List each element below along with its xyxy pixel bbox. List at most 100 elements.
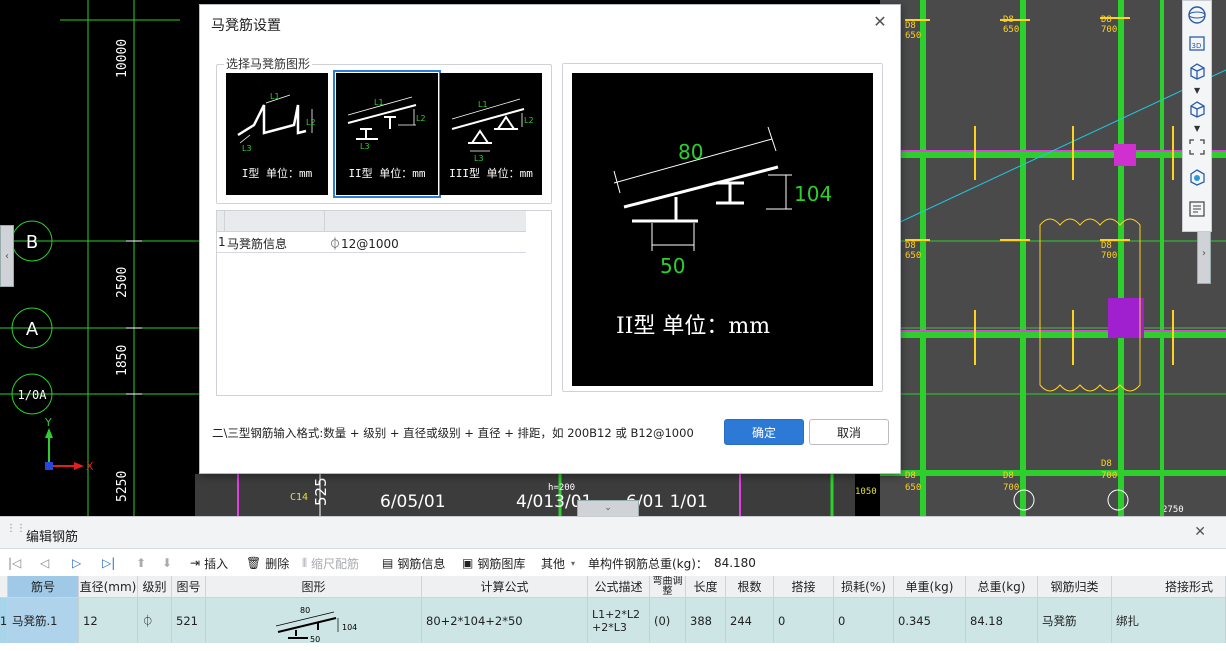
cell-total-weight[interactable]: 84.18	[966, 598, 1038, 643]
shape-thumb-type-1[interactable]: L1 L2 L3 I型 单位：mm	[226, 73, 328, 195]
cell-loss[interactable]: 0	[834, 598, 894, 643]
column-header[interactable]: 损耗(%)	[834, 576, 894, 598]
column-header[interactable]: 搭接	[774, 576, 834, 598]
column-header[interactable]: 单重(kg)	[894, 576, 966, 598]
rebar-library-button[interactable]: ▣ 钢筋图库	[462, 554, 525, 572]
section-label: 700	[1101, 471, 1117, 481]
cell-length[interactable]: 388	[686, 598, 726, 643]
misc-label: 525	[312, 477, 330, 506]
chevron-down-icon[interactable]: ▼	[1194, 86, 1200, 95]
move-up-icon[interactable]: ⬆	[136, 554, 146, 572]
dim-label: 5250	[115, 471, 130, 502]
insert-button[interactable]: ⇥ 插入	[190, 554, 228, 572]
dim-label: 2500	[115, 267, 130, 298]
close-icon[interactable]: ✕	[872, 14, 888, 30]
panel-toolbar: |◁ ◁ ▷ ▷| ⬆ ⬇ ⇥ 插入 🗑 删除 ⫴ 缩尺配筋 ▤ 钢筋信息 ▣ 钢筋图库 …	[0, 550, 1226, 576]
cell-count[interactable]: 244	[726, 598, 774, 643]
cell-diameter[interactable]: 12	[79, 598, 138, 643]
cell-shape[interactable]: 80 104 50	[206, 598, 422, 643]
cell-formula[interactable]: 80+2*104+2*50	[422, 598, 588, 643]
cell-formula-desc[interactable]: L1+2*L2+2*L3	[588, 598, 650, 643]
chevron-left-icon: ‹	[5, 250, 9, 262]
column-header[interactable]: 钢筋归类	[1038, 576, 1112, 598]
column-header[interactable]: 搭接形式	[1112, 576, 1226, 598]
panel-title: 编辑钢筋	[26, 530, 79, 545]
chevron-down-icon[interactable]: ▼	[1194, 124, 1200, 133]
table-row[interactable]: 1 马凳筋信息 ⏀12@1000	[217, 232, 526, 253]
shape-dim-label: L1	[270, 92, 280, 101]
row-value[interactable]: ⏀12@1000	[329, 235, 399, 252]
shape-thumb-l3: 50	[310, 635, 320, 643]
total-weight-caption: 单构件钢筋总重(kg)：	[588, 556, 708, 571]
section-label: 650	[905, 251, 921, 261]
first-record-icon[interactable]: |◁	[8, 554, 21, 572]
ok-button[interactable]: 确定	[724, 419, 804, 445]
column-header[interactable]: 图号	[172, 576, 206, 598]
column-header[interactable]: 级别	[138, 576, 172, 598]
cell-bend-adjust[interactable]: (0)	[650, 598, 686, 643]
shape-thumb-type-2[interactable]: L1 L2 L3 II型 单位：mm	[333, 70, 441, 198]
shape-thumb-type-3[interactable]: L1 L2 L3 III型 单位：mm	[440, 73, 542, 195]
move-down-icon[interactable]: ⬇	[162, 554, 172, 572]
row-number[interactable]: 1	[0, 598, 8, 643]
delete-label: 删除	[265, 556, 290, 571]
column-header[interactable]: 公式描述	[588, 576, 650, 598]
rebar-info-button[interactable]: ▤ 钢筋信息	[382, 554, 445, 572]
drag-grip-icon[interactable]: ⋮⋮	[6, 524, 26, 540]
last-record-icon[interactable]: ▷|	[102, 554, 115, 572]
shape-dim-label: L3	[242, 144, 252, 153]
dim-label: 1850	[115, 345, 130, 376]
column-header[interactable]: 图形	[206, 576, 422, 598]
section-label: D8	[905, 471, 916, 481]
delete-button[interactable]: 🗑 删除	[246, 554, 289, 572]
cell-lap[interactable]: 0	[774, 598, 834, 643]
cell-grade[interactable]: ⏀	[138, 598, 172, 643]
cell-category[interactable]: 马凳筋	[1038, 598, 1112, 643]
next-record-icon[interactable]: ▷	[72, 554, 81, 572]
cube-icon[interactable]	[1187, 61, 1209, 83]
column-header[interactable]: 长度	[686, 576, 726, 598]
beam-label: 6/05/01	[380, 492, 446, 512]
section-label: D8	[1101, 15, 1112, 25]
dialog-title: 马凳筋设置	[211, 18, 281, 34]
input-format-hint: 二\三型钢筋输入格式:数量 + 级别 + 直径或级别 + 直径 + 排距，如 2…	[212, 426, 694, 440]
isometric-icon[interactable]	[1187, 167, 1209, 189]
info-label: 钢筋信息	[397, 556, 446, 571]
svg-text:3D: 3D	[1192, 42, 1202, 50]
column-header[interactable]: 直径(mm)	[79, 576, 138, 598]
chevron-down-icon: ⌄	[604, 503, 612, 513]
properties-icon[interactable]	[1187, 199, 1209, 221]
column-header[interactable]: 根数	[726, 576, 774, 598]
shape-thumbnail: 80 104 50	[275, 606, 357, 643]
shape-dim-label: L1	[374, 98, 384, 107]
shape-thumb-l1: 80	[300, 606, 310, 615]
3d-icon[interactable]: 3D	[1187, 33, 1209, 55]
bottom-collapse-tab[interactable]: ⌄	[577, 500, 639, 516]
other-menu[interactable]: 其他 ▾	[541, 554, 575, 572]
cancel-button[interactable]: 取消	[809, 419, 889, 445]
cell-figure-no[interactable]: 521	[172, 598, 206, 643]
cell-lap-type[interactable]: 绑扎	[1112, 598, 1226, 643]
shape-caption: I型 单位：mm	[241, 167, 313, 180]
shape-thumb-l2: 104	[342, 623, 357, 632]
left-collapse-tab[interactable]: ‹	[0, 225, 14, 287]
close-icon[interactable]: ✕	[1194, 524, 1206, 540]
prev-record-icon[interactable]: ◁	[40, 554, 49, 572]
shape-dim-label: L2	[416, 114, 426, 123]
misc-label: 2750	[1162, 505, 1184, 515]
fullscreen-icon[interactable]	[1187, 137, 1209, 159]
cell-bar-name[interactable]: 马凳筋.1	[8, 598, 79, 643]
column-header[interactable]: 计算公式	[422, 576, 588, 598]
column-header[interactable]: 弯曲调整	[650, 576, 686, 598]
dim-label: 10000	[115, 39, 130, 78]
cell-unit-weight[interactable]: 0.345	[894, 598, 966, 643]
misc-label: 1050	[855, 487, 877, 497]
scale-rebar-button[interactable]: ⫴ 缩尺配筋	[302, 554, 359, 572]
cube-outline-icon[interactable]	[1187, 99, 1209, 121]
sphere-icon[interactable]	[1187, 5, 1209, 27]
section-label: 700	[1101, 25, 1117, 35]
column-header[interactable]: 总重(kg)	[966, 576, 1038, 598]
axis-bubble-label: A	[26, 319, 39, 340]
column-header[interactable]: 筋号	[8, 576, 79, 598]
section-label: 650	[1003, 25, 1019, 35]
